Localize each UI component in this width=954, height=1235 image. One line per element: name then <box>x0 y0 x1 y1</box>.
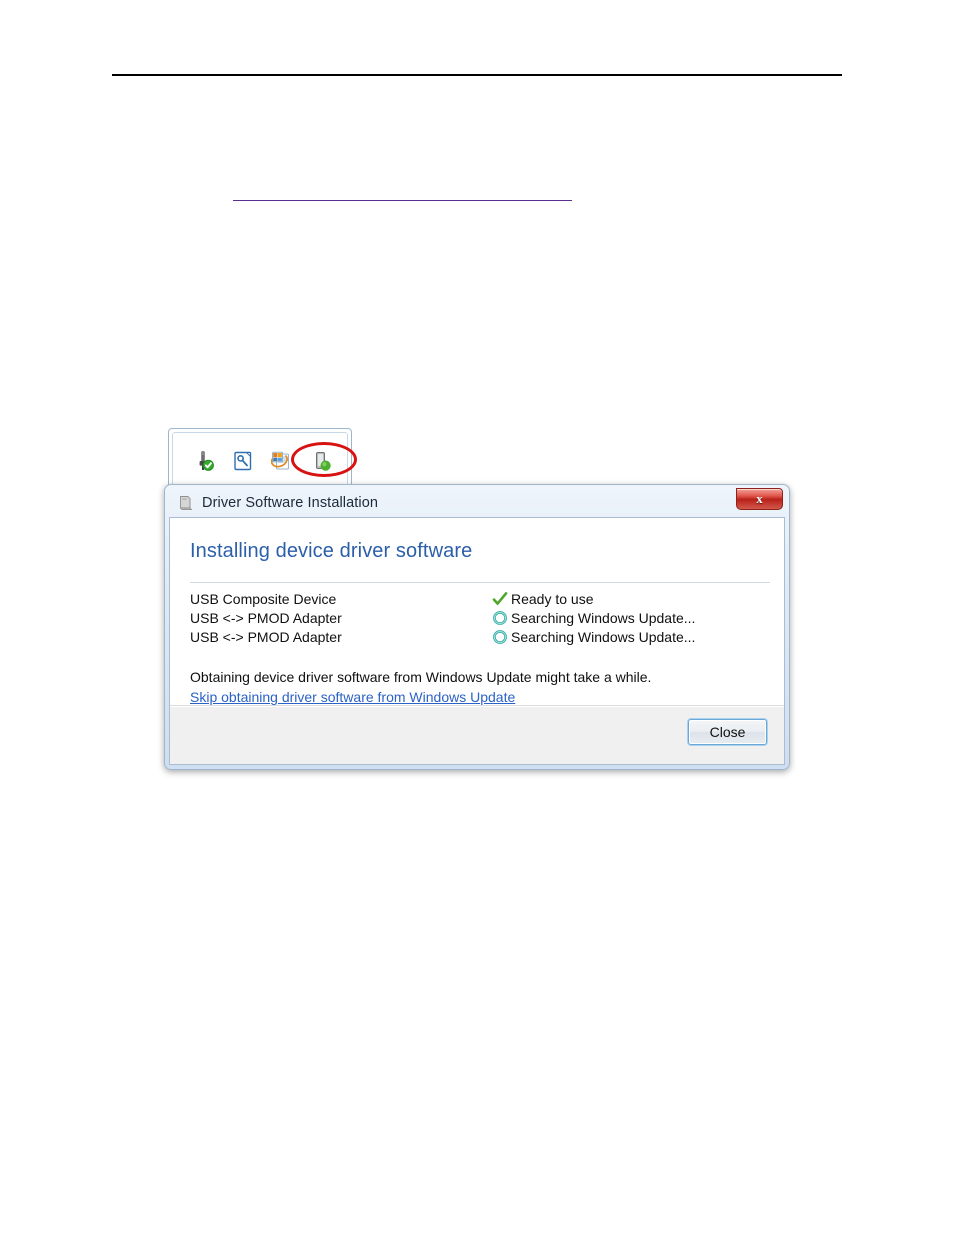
green-check-icon <box>492 591 508 607</box>
dialog-title: Driver Software Installation <box>202 495 379 511</box>
page-title: Installing device driver software <box>190 540 473 562</box>
status-label: Ready to use <box>511 590 594 607</box>
page-top-rule <box>112 74 842 76</box>
table-row: USB <-> PMOD Adapter Searching Windows U… <box>190 627 784 646</box>
close-button[interactable]: Close <box>688 719 767 745</box>
page-hyperlink-rule[interactable] <box>233 200 572 201</box>
notification-area-inner <box>172 432 348 485</box>
note-text: Obtaining device driver software from Wi… <box>190 669 652 685</box>
dialog-body: Installing device driver software USB Co… <box>169 517 785 765</box>
status-label: Searching Windows Update... <box>511 628 696 645</box>
tray-icon-row <box>193 450 332 472</box>
progress-ring-icon <box>492 610 508 626</box>
driver-software-installation-dialog: Driver Software Installation x Installin… <box>164 484 790 770</box>
dialog-footer: Close <box>170 705 784 764</box>
device-name: USB <-> PMOD Adapter <box>190 609 342 626</box>
status-label: Searching Windows Update... <box>511 609 696 626</box>
device-name: USB Composite Device <box>190 590 337 607</box>
notification-area-fragment <box>168 428 352 486</box>
driver-software-icon <box>176 494 194 512</box>
device-status: Searching Windows Update... <box>492 610 695 626</box>
hardware-wizard-icon[interactable] <box>232 450 254 472</box>
table-row: USB Composite Device Ready to use <box>190 589 784 608</box>
dialog-titlebar: Driver Software Installation x <box>169 488 785 517</box>
usb-device-ok-icon[interactable] <box>193 450 215 472</box>
device-status: Ready to use <box>492 591 594 607</box>
close-icon[interactable]: x <box>736 488 783 510</box>
device-name: USB <-> PMOD Adapter <box>190 628 342 645</box>
device-status: Searching Windows Update... <box>492 629 695 645</box>
table-row: USB <-> PMOD Adapter Searching Windows U… <box>190 608 784 627</box>
windows-update-icon[interactable] <box>270 450 293 472</box>
progress-ring-icon <box>492 629 508 645</box>
safely-remove-hardware-icon[interactable] <box>310 450 332 472</box>
device-list: USB Composite Device Ready to use USB <-… <box>170 583 784 646</box>
note-block: Obtaining device driver software from Wi… <box>170 646 784 707</box>
